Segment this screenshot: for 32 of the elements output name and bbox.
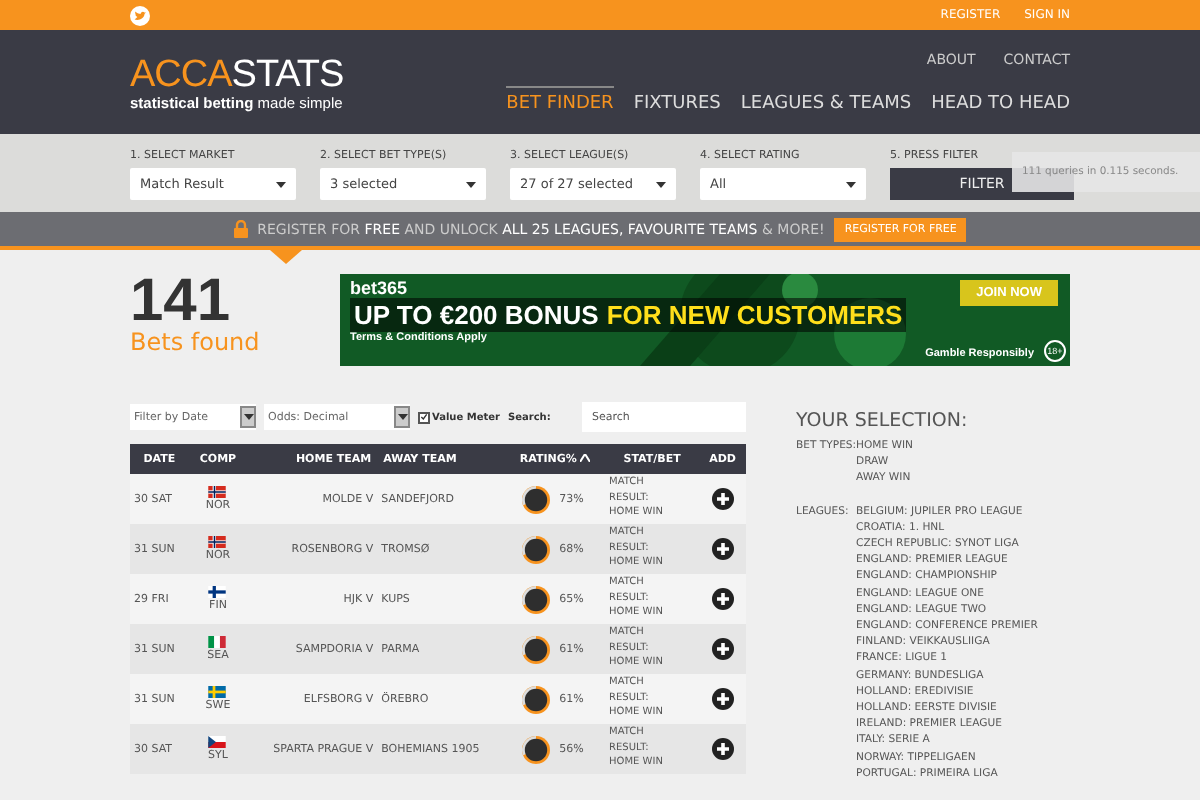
add-icon[interactable]	[711, 588, 734, 610]
sort-icon	[580, 453, 591, 462]
bets-found-label: Bets found	[130, 328, 260, 356]
caret-icon	[244, 414, 254, 420]
rating-dial-icon	[521, 635, 550, 663]
nav-tab[interactable]: LEAGUES & TEAMS	[740, 86, 912, 114]
ad-highlight: FOR NEW CUSTOMERS	[606, 300, 903, 330]
caret-icon	[656, 181, 666, 187]
nav-tab[interactable]: BET FINDER	[506, 86, 614, 114]
add-icon[interactable]	[711, 538, 734, 560]
rating-dial-icon	[521, 585, 550, 613]
ad-headline: UP TO €200 BONUS	[354, 300, 599, 330]
caret-icon	[466, 181, 476, 187]
add-icon[interactable]	[711, 638, 734, 660]
rating-dial-icon	[521, 535, 550, 563]
bets-count: 141	[130, 276, 231, 328]
add-icon[interactable]	[711, 488, 734, 510]
add-icon[interactable]	[711, 688, 734, 710]
nav-tab[interactable]: FIXTURES	[633, 86, 721, 114]
add-icon[interactable]	[711, 738, 734, 760]
selection-title: YOUR SELECTION:	[796, 410, 970, 432]
value-meter-checkbox[interactable]	[418, 411, 430, 423]
nav-tab[interactable]: HEAD TO HEAD	[931, 86, 1070, 114]
caret-icon	[846, 181, 856, 187]
rating-dial-icon	[521, 685, 550, 713]
caret-icon	[276, 181, 286, 187]
rating-dial-icon	[521, 485, 550, 513]
rating-dial-icon	[521, 735, 550, 763]
logo-text[interactable]: ACCASTATS	[130, 58, 344, 94]
caret-icon	[398, 414, 408, 420]
lock-icon	[233, 220, 248, 238]
ad-brand: bet365	[350, 278, 408, 298]
